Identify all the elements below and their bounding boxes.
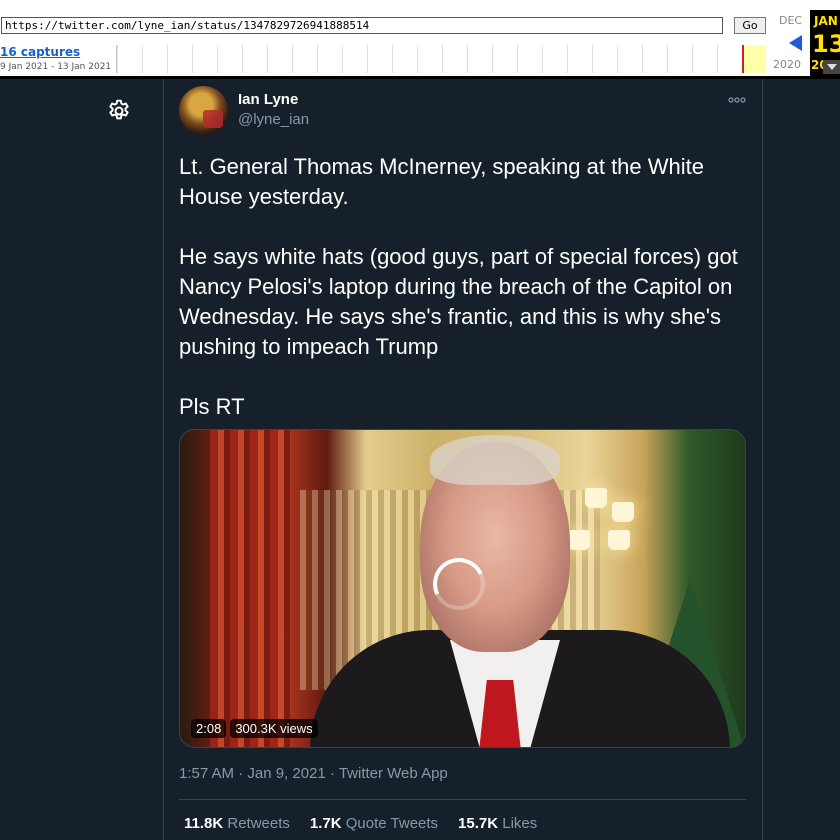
gear-icon[interactable] bbox=[106, 98, 132, 124]
retweets-stat[interactable]: 11.8K Retweets bbox=[184, 815, 290, 832]
author-handle[interactable]: @lyne_ian bbox=[238, 111, 309, 128]
wayback-capture-marker bbox=[742, 45, 744, 73]
video-scene-lamp bbox=[608, 530, 630, 550]
wayback-captures-link[interactable]: 16 captures bbox=[0, 45, 80, 59]
likes-count: 15.7K bbox=[458, 815, 499, 832]
video-scene-lamp bbox=[612, 502, 634, 522]
wayback-prev-month[interactable]: DEC bbox=[779, 14, 802, 27]
avatar[interactable] bbox=[179, 86, 228, 135]
divider bbox=[179, 799, 746, 800]
wayback-timeline[interactable] bbox=[116, 45, 767, 73]
more-icon[interactable] bbox=[728, 93, 746, 107]
wayback-date-range: 9 Jan 2021 - 13 Jan 2021 bbox=[0, 62, 112, 72]
more-dots-icon bbox=[728, 97, 746, 103]
column-divider-left bbox=[163, 79, 164, 840]
retweets-count: 11.8K bbox=[184, 815, 224, 832]
wayback-dropdown-icon[interactable] bbox=[823, 60, 840, 74]
retweets-label: Retweets bbox=[227, 815, 290, 832]
wayback-current-month: JAN bbox=[814, 14, 838, 28]
likes-stat[interactable]: 15.7K Likes bbox=[458, 815, 537, 832]
column-divider-right bbox=[762, 79, 763, 840]
video-scene-lamp bbox=[568, 530, 590, 550]
video-scene-hair bbox=[430, 435, 560, 485]
quotes-count: 1.7K bbox=[309, 815, 342, 832]
quotes-label: Quote Tweets bbox=[345, 815, 439, 832]
tweet-timestamp[interactable]: 1:57 AM · Jan 9, 2021 · Twitter Web App bbox=[179, 765, 448, 782]
tweet-stats: 11.8K Retweets 1.7K Quote Tweets 15.7K L… bbox=[184, 815, 537, 832]
quote-tweets-stat[interactable]: 1.7K Quote Tweets bbox=[310, 815, 438, 832]
tweet-paragraph: He says white hats (good guys, part of s… bbox=[179, 244, 738, 359]
likes-label: Likes bbox=[502, 815, 538, 832]
wayback-prev-year[interactable]: 2020 bbox=[773, 58, 801, 71]
wayback-current-day: 13 bbox=[812, 30, 840, 58]
video-duration: 2:08 bbox=[191, 719, 227, 738]
video-scene-lamp bbox=[585, 488, 607, 508]
video-scene-curtain bbox=[210, 430, 290, 747]
wayback-timeline-current bbox=[742, 45, 766, 73]
author-name[interactable]: Ian Lyne bbox=[238, 91, 298, 108]
tweet-paragraph: Lt. General Thomas McInerney, speaking a… bbox=[179, 154, 705, 209]
previous-capture-arrow-icon[interactable] bbox=[789, 35, 802, 51]
wayback-toolbar: https://twitter.com/lyne_ian/status/1347… bbox=[0, 0, 840, 79]
wayback-go-button[interactable]: Go bbox=[734, 17, 766, 34]
video-player[interactable]: 2:08 300.3K views bbox=[179, 429, 746, 748]
tweet-paragraph: Pls RT bbox=[179, 394, 245, 419]
tweet-text: Lt. General Thomas McInerney, speaking a… bbox=[179, 152, 749, 452]
wayback-url-input[interactable]: https://twitter.com/lyne_ian/status/1347… bbox=[1, 17, 723, 34]
video-meta: 2:08 300.3K views bbox=[191, 719, 318, 738]
video-views: 300.3K views bbox=[230, 719, 318, 738]
